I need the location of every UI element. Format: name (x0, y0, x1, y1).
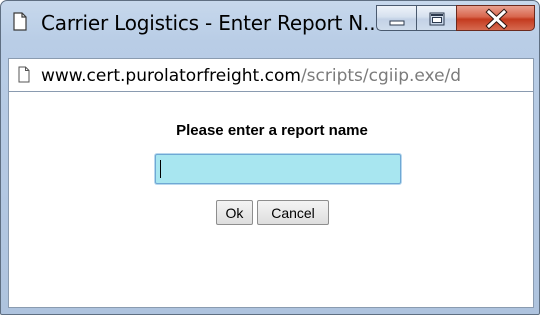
maximize-icon (429, 12, 445, 26)
text-caret (160, 160, 161, 178)
report-name-prompt: Please enter a report name (176, 122, 368, 139)
page-icon (18, 66, 30, 83)
window-title: Carrier Logistics - Enter Report N... (41, 11, 382, 35)
maximize-button[interactable] (416, 5, 457, 31)
close-icon (485, 8, 508, 30)
minimize-button[interactable] (376, 5, 417, 31)
caption-buttons (376, 5, 535, 32)
dialog-content: Please enter a report name Ok Cancel (8, 92, 534, 308)
page-icon (13, 12, 27, 31)
report-name-input[interactable] (155, 154, 401, 184)
address-path: /scripts/cgiip.exe/d (300, 66, 462, 86)
address-host: www.cert.purolatorfreight.com (41, 66, 301, 86)
address-bar[interactable]: www.cert.purolatorfreight.com/scripts/cg… (8, 58, 534, 92)
ok-button[interactable]: Ok (216, 200, 253, 225)
browser-popup-window: Carrier Logistics - Enter Report N... ww… (0, 0, 540, 315)
title-bar[interactable]: Carrier Logistics - Enter Report N... (1, 1, 539, 53)
address-url: www.cert.purolatorfreight.com/scripts/cg… (41, 66, 461, 86)
minimize-icon (389, 20, 405, 26)
close-button[interactable] (456, 5, 535, 31)
cancel-button[interactable]: Cancel (257, 200, 329, 225)
